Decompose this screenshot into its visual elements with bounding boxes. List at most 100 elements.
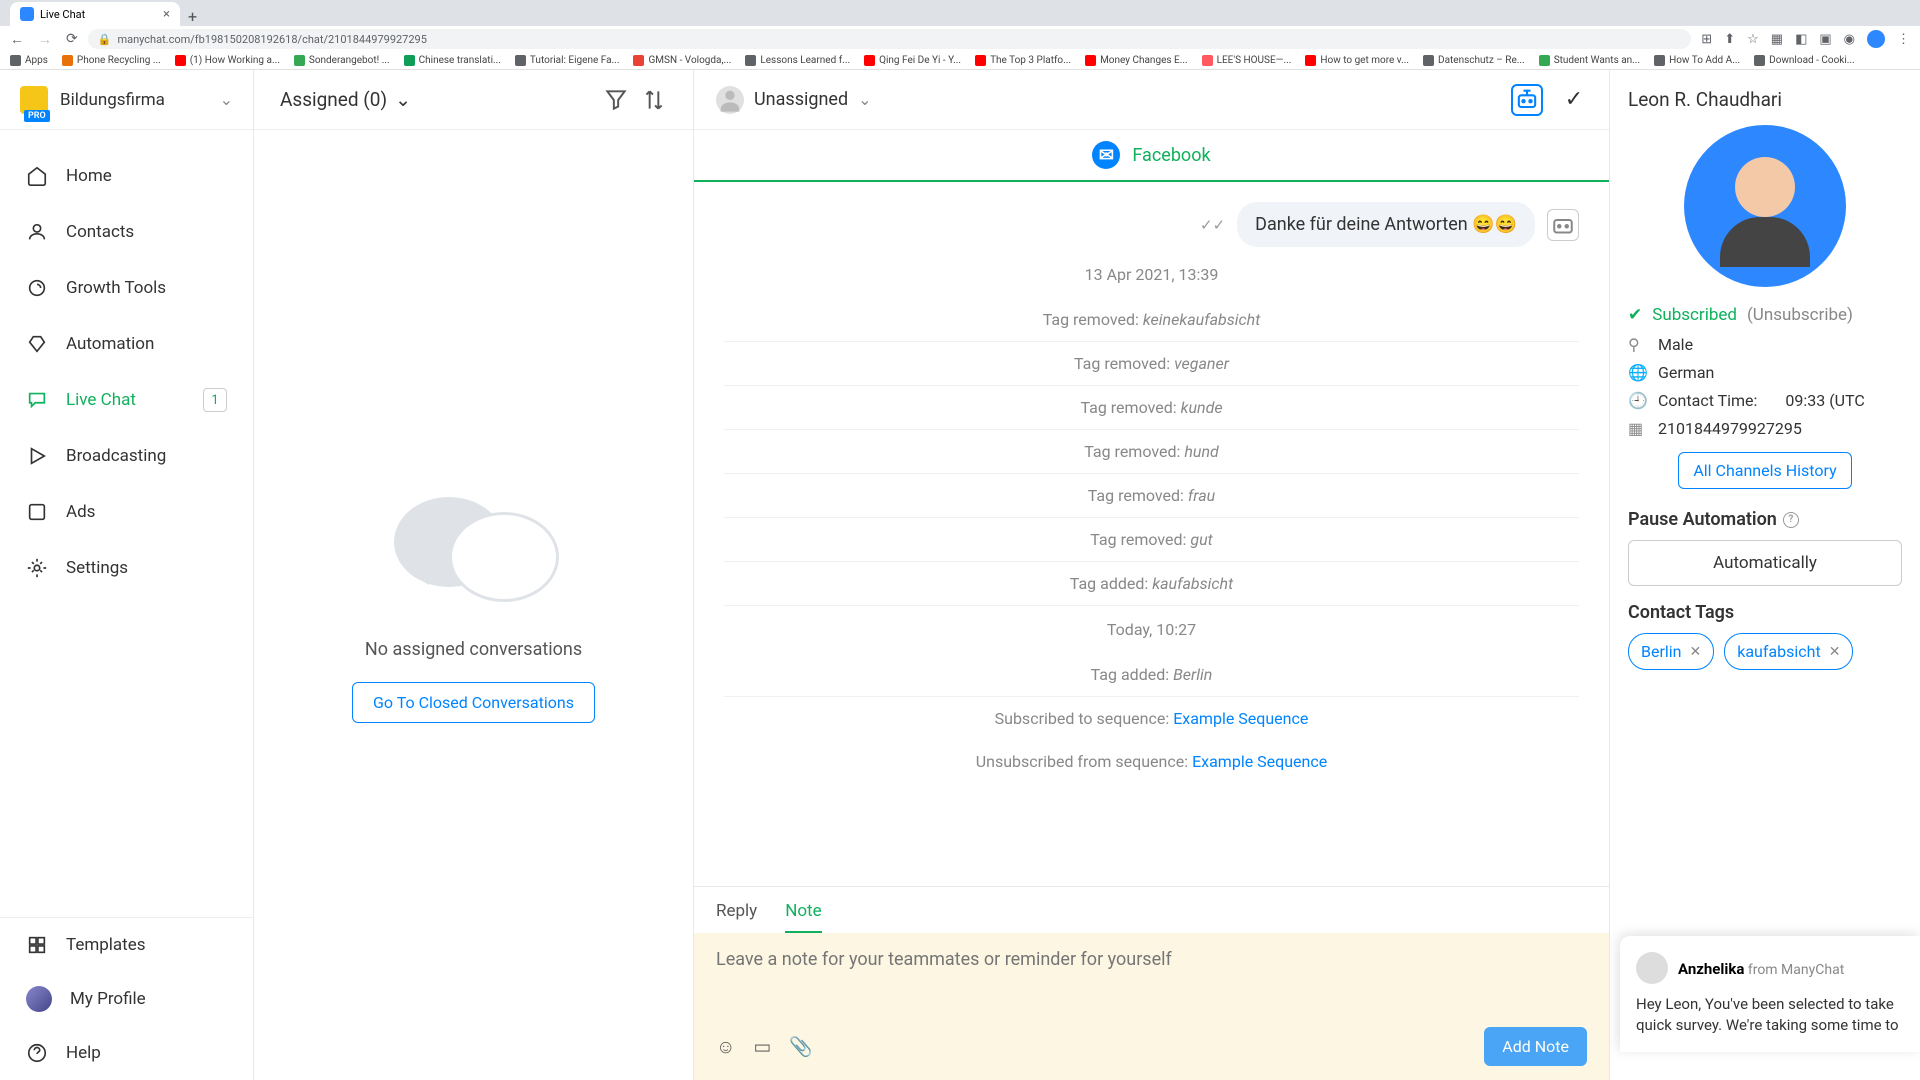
closed-conversations-button[interactable]: Go To Closed Conversations <box>352 682 595 723</box>
mark-done-icon[interactable]: ✓ <box>1561 87 1587 113</box>
filter-icon[interactable] <box>603 87 629 113</box>
check-circle-icon: ✔ <box>1628 305 1642 325</box>
unsubscribe-link[interactable]: (Unsubscribe) <box>1747 305 1853 325</box>
nav-my-profile[interactable]: My Profile <box>0 972 253 1026</box>
ext-icon-1[interactable]: ▦ <box>1771 32 1783 47</box>
nav-label: Home <box>66 166 112 186</box>
workspace-selector[interactable]: PRO Bildungsfirma ⌄ <box>0 70 253 130</box>
tab-note[interactable]: Note <box>785 901 821 933</box>
attachment-icon[interactable]: 📎 <box>789 1035 813 1058</box>
platform-name: Facebook <box>1132 145 1210 166</box>
contact-language: German <box>1658 363 1714 382</box>
bookmark-item[interactable]: Sonderangebot! ... <box>294 55 390 66</box>
assigned-filter-dropdown[interactable]: Assigned (0) ⌄ <box>280 88 411 111</box>
tab-reply[interactable]: Reply <box>716 901 757 933</box>
timestamp: 13 Apr 2021, 13:39 <box>724 265 1579 284</box>
support-chat-popup[interactable]: Anzhelika from ManyChat Hey Leon, You've… <box>1620 936 1920 1052</box>
bookmark-item[interactable]: (1) How Working a... <box>175 55 280 66</box>
back-icon[interactable]: ← <box>10 31 24 48</box>
menu-icon[interactable]: ⋮ <box>1897 32 1910 47</box>
system-event: Tag added: kaufabsicht <box>724 562 1579 606</box>
tag-remove-icon[interactable]: ✕ <box>1829 644 1841 660</box>
reload-icon[interactable]: ⟳ <box>66 31 78 48</box>
forward-icon[interactable]: → <box>38 31 52 48</box>
nav-live-chat[interactable]: Live Chat 1 <box>0 372 253 428</box>
profile-avatar-icon[interactable] <box>1867 30 1885 48</box>
bookmark-item[interactable]: Student Wants an... <box>1539 55 1640 66</box>
assignee-name: Unassigned <box>754 89 848 110</box>
nav-growth-tools[interactable]: Growth Tools <box>0 260 253 316</box>
bookmark-item[interactable]: GMSN - Vologda,... <box>633 55 731 66</box>
profile-avatar <box>26 986 52 1012</box>
nav-label: Broadcasting <box>66 446 166 466</box>
support-agent-name: Anzhelika <box>1678 960 1744 978</box>
emoji-icon[interactable]: ☺ <box>716 1035 735 1059</box>
nav-label: Contacts <box>66 222 134 242</box>
assignee-dropdown[interactable]: Unassigned ⌄ <box>716 86 872 114</box>
bookmark-item[interactable]: Tutorial: Eigene Fa... <box>515 55 620 66</box>
star-icon[interactable]: ☆ <box>1747 32 1759 47</box>
system-event: Tag added: Berlin <box>724 653 1579 697</box>
bookmark-item[interactable]: Datenschutz – Re... <box>1423 55 1525 66</box>
image-icon[interactable]: ▭ <box>753 1035 771 1058</box>
bookmark-item[interactable]: The Top 3 Platfo... <box>975 55 1071 66</box>
bookmark-item[interactable]: Lessons Learned f... <box>745 55 850 66</box>
nav-label: Settings <box>66 558 128 578</box>
share-icon[interactable]: ⬆ <box>1724 32 1735 47</box>
contacts-icon <box>26 221 48 243</box>
nav-automation[interactable]: Automation <box>0 316 253 372</box>
contact-tags-header: Contact Tags <box>1628 602 1902 623</box>
system-event: Tag removed: kunde <box>724 386 1579 430</box>
globe-icon: 🌐 <box>1628 363 1646 382</box>
bookmark-item[interactable]: Money Changes E... <box>1085 55 1188 66</box>
bookmark-item[interactable]: Chinese translati... <box>404 55 501 66</box>
chevron-down-icon: ⌄ <box>220 90 233 109</box>
messenger-icon: ✉ <box>1092 141 1120 169</box>
system-event: Tag removed: gut <box>724 518 1579 562</box>
broadcasting-icon <box>26 445 48 467</box>
url-input[interactable]: 🔒 manychat.com/fb198150208192618/chat/21… <box>88 29 1692 49</box>
sequence-link[interactable]: Example Sequence <box>1192 752 1327 771</box>
bookmark-item[interactable]: Qing Fei De Yi - Y... <box>864 55 961 66</box>
ext-icon-2[interactable]: ◧ <box>1795 32 1807 47</box>
nav-help[interactable]: Help <box>0 1026 253 1080</box>
bot-toggle-button[interactable] <box>1511 84 1543 116</box>
add-note-button[interactable]: Add Note <box>1484 1027 1587 1066</box>
browser-tab[interactable]: Live Chat × <box>10 2 180 26</box>
nav-label: Ads <box>66 502 95 522</box>
tag-remove-icon[interactable]: ✕ <box>1690 644 1702 660</box>
all-channels-button[interactable]: All Channels History <box>1678 452 1851 489</box>
ext-icon-4[interactable]: ◉ <box>1844 32 1855 47</box>
bookmark-item[interactable]: Phone Recycling ... <box>62 55 161 66</box>
note-input[interactable] <box>716 949 1587 999</box>
help-tooltip-icon[interactable]: ? <box>1783 512 1799 528</box>
nav-broadcasting[interactable]: Broadcasting <box>0 428 253 484</box>
bookmark-item[interactable]: Apps <box>10 55 48 66</box>
chevron-down-icon: ⌄ <box>858 90 871 109</box>
ext-icon-3[interactable]: ▣ <box>1819 32 1831 47</box>
translate-icon[interactable]: ⊞ <box>1701 32 1712 47</box>
bookmark-item[interactable]: Download - Cooki... <box>1754 55 1855 66</box>
nav-home[interactable]: Home <box>0 148 253 204</box>
assignee-avatar <box>716 86 744 114</box>
automation-mode-button[interactable]: Automatically <box>1628 540 1902 586</box>
bookmark-item[interactable]: LEE'S HOUSE—... <box>1202 55 1292 66</box>
chevron-down-icon: ⌄ <box>395 88 411 111</box>
home-icon <box>26 165 48 187</box>
support-message: Hey Leon, You've been selected to take q… <box>1636 994 1904 1036</box>
contact-time-value: 09:33 (UTC <box>1785 391 1864 410</box>
sequence-link[interactable]: Example Sequence <box>1173 709 1308 728</box>
nav-settings[interactable]: Settings <box>0 540 253 596</box>
tab-favicon <box>20 7 34 21</box>
bookmark-item[interactable]: How to get more v... <box>1305 55 1409 66</box>
support-avatar <box>1636 952 1668 984</box>
tag-chip: Berlin✕ <box>1628 633 1714 670</box>
bookmark-item[interactable]: How To Add A... <box>1654 55 1740 66</box>
new-tab-button[interactable]: + <box>180 7 205 26</box>
sort-icon[interactable] <box>641 87 667 113</box>
nav-templates[interactable]: Templates <box>0 918 253 972</box>
gender-icon: ⚲ <box>1628 335 1646 354</box>
tab-close-icon[interactable]: × <box>163 7 170 22</box>
nav-contacts[interactable]: Contacts <box>0 204 253 260</box>
nav-ads[interactable]: Ads <box>0 484 253 540</box>
